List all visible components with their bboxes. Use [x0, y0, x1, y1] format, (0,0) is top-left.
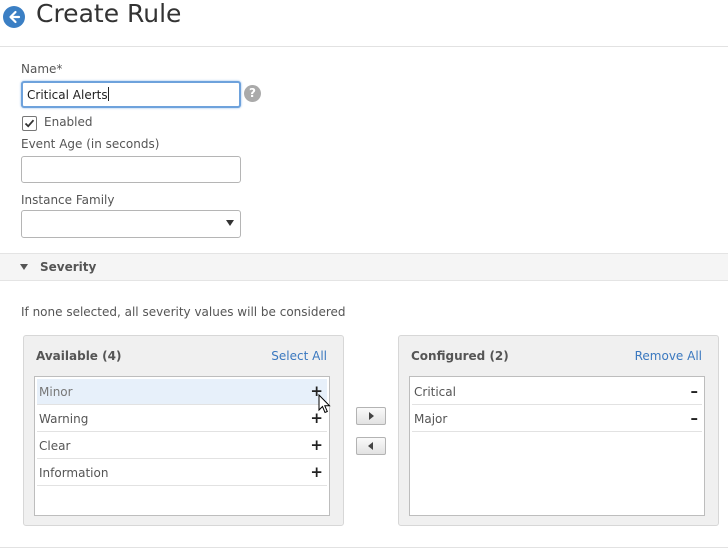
- severity-hint: If none selected, all severity values wi…: [21, 305, 346, 319]
- list-item[interactable]: Clear +: [37, 433, 327, 459]
- back-arrow-icon[interactable]: [3, 6, 25, 28]
- checkmark-icon: [24, 119, 35, 128]
- event-age-label: Event Age (in seconds): [21, 137, 160, 151]
- text-caret: [107, 87, 109, 101]
- add-icon[interactable]: +: [310, 463, 323, 481]
- configured-list: Critical – Major –: [409, 376, 705, 516]
- enabled-checkbox[interactable]: [22, 116, 37, 131]
- enabled-label: Enabled: [44, 115, 93, 129]
- page-title: Create Rule: [36, 0, 182, 28]
- collapse-triangle-icon: [20, 264, 28, 270]
- instance-family-label: Instance Family: [21, 193, 115, 207]
- severity-section-title: Severity: [40, 260, 97, 274]
- list-item[interactable]: Major –: [412, 406, 702, 432]
- remove-icon[interactable]: –: [691, 382, 699, 400]
- remove-all-link[interactable]: Remove All: [635, 349, 702, 363]
- name-value: Critical Alerts: [27, 88, 108, 102]
- page-header: Create Rule: [0, 0, 728, 47]
- instance-family-select[interactable]: [21, 210, 241, 238]
- move-left-button[interactable]: [356, 437, 386, 455]
- available-title: Available (4): [36, 349, 122, 363]
- name-input[interactable]: Critical Alerts: [21, 81, 241, 108]
- arrow-right-icon: [369, 412, 374, 420]
- divider: [0, 547, 728, 548]
- select-all-link[interactable]: Select All: [271, 349, 327, 363]
- chevron-down-icon: [226, 220, 234, 226]
- list-item[interactable]: Warning +: [37, 406, 327, 432]
- event-age-input[interactable]: [21, 156, 241, 183]
- arrow-left-icon: [368, 442, 373, 450]
- list-item[interactable]: Minor +: [37, 379, 327, 405]
- available-panel: Available (4) Select All Minor + Warning…: [23, 335, 344, 526]
- list-item[interactable]: Information +: [37, 460, 327, 486]
- add-icon[interactable]: +: [310, 436, 323, 454]
- available-list: Minor + Warning + Clear + Information +: [34, 376, 330, 516]
- list-item[interactable]: Critical –: [412, 379, 702, 405]
- remove-icon[interactable]: –: [691, 409, 699, 427]
- help-icon[interactable]: ?: [244, 85, 261, 102]
- name-label: Name*: [21, 62, 63, 76]
- mouse-cursor-icon: [318, 394, 331, 414]
- move-right-button[interactable]: [356, 407, 386, 425]
- configured-panel: Configured (2) Remove All Critical – Maj…: [398, 335, 719, 526]
- configured-title: Configured (2): [411, 349, 509, 363]
- severity-section-header[interactable]: Severity: [0, 253, 728, 281]
